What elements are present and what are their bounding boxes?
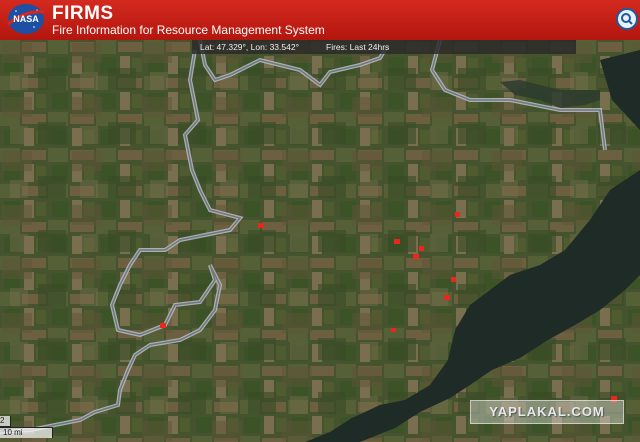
nasa-logo-text: NASA xyxy=(13,14,39,24)
satellite-map[interactable] xyxy=(0,40,640,442)
app-header: NASA FIRMS Fire Information for Resource… xyxy=(0,0,640,40)
cursor-coordinates: Lat: 47.329°, Lon: 33.542° xyxy=(200,42,299,52)
search-button[interactable] xyxy=(616,8,638,30)
app-title: FIRMS xyxy=(52,3,114,24)
fire-hotspot xyxy=(413,254,419,259)
fire-hotspot xyxy=(455,212,460,217)
fire-hotspot xyxy=(394,239,400,244)
app-subtitle: Fire Information for Resource Management… xyxy=(52,23,325,37)
fires-period-label[interactable]: Fires: Last 24hrs xyxy=(326,42,389,52)
search-icon xyxy=(621,13,633,25)
fire-hotspot xyxy=(258,223,264,228)
fire-hotspot xyxy=(160,323,166,328)
map-scale-bar: 2 km 10 mi xyxy=(0,416,55,438)
fire-hotspot xyxy=(391,328,396,332)
fire-hotspot xyxy=(419,246,424,251)
watermark: YAPLAKAL.COM xyxy=(470,400,624,424)
nasa-logo-icon[interactable]: NASA xyxy=(6,2,46,36)
scale-mi: 10 mi xyxy=(0,427,53,438)
map-status-bar: Lat: 47.329°, Lon: 33.542° Fires: Last 2… xyxy=(192,40,576,54)
fire-hotspot xyxy=(451,277,456,282)
scale-mi-label: 10 mi xyxy=(3,428,23,437)
fire-hotspot xyxy=(444,295,450,300)
scale-km: 2 km xyxy=(0,416,11,434)
